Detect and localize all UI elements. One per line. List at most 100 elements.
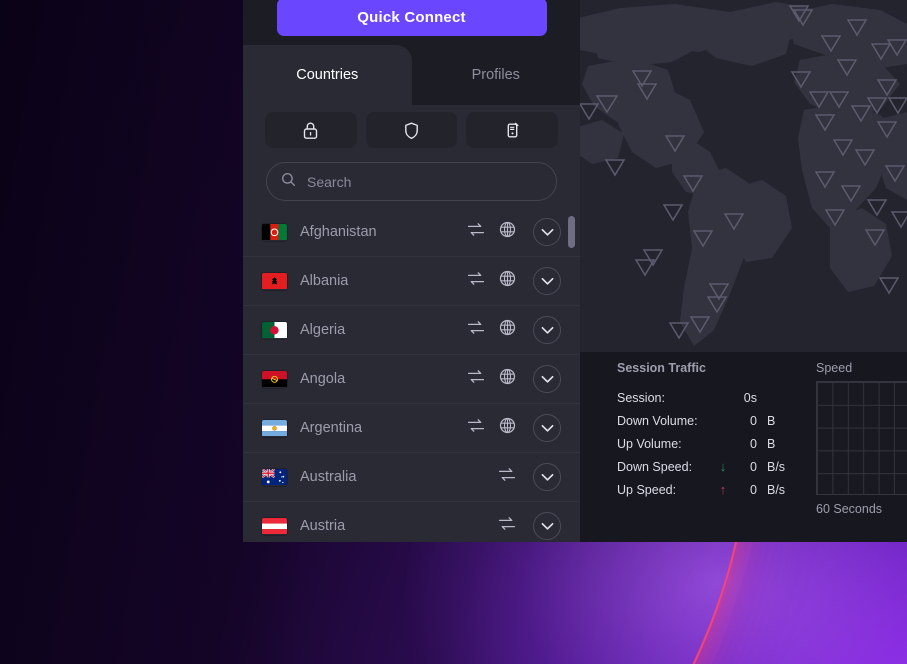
swap-icon[interactable] — [467, 418, 485, 438]
speed-graph — [816, 381, 907, 495]
stat-row: Up Volume: 0 B — [617, 432, 807, 455]
session-traffic-panel: Session Traffic Session: 0s Down Volume: 0 B… — [617, 361, 807, 501]
lock-button[interactable] — [265, 112, 357, 148]
country-name: Algeria — [300, 322, 346, 338]
quick-connect-bar: Quick Connect — [243, 0, 580, 45]
country-name: Albania — [300, 273, 349, 289]
flag-icon-au — [262, 468, 287, 486]
speed-panel: Speed 60 Seconds — [816, 361, 907, 516]
world-map[interactable] — [580, 0, 907, 352]
country-row-actions — [467, 218, 561, 246]
chevron-down-icon[interactable] — [533, 463, 561, 491]
stat-value: 0s — [743, 390, 757, 405]
swap-icon[interactable] — [467, 271, 485, 291]
flag-icon-ar — [262, 419, 287, 437]
country-row-actions — [498, 463, 561, 491]
flag-icon-dz — [262, 321, 287, 339]
stat-label: Down Volume: — [617, 413, 698, 428]
swap-icon[interactable] — [498, 516, 516, 536]
stat-unit: B — [767, 413, 776, 428]
country-row-actions — [467, 316, 561, 344]
search-box[interactable] — [266, 162, 557, 201]
country-name: Angola — [300, 371, 346, 387]
quick-connect-button[interactable]: Quick Connect — [276, 0, 547, 36]
country-list-scrollbar[interactable] — [568, 208, 575, 542]
speed-title: Speed — [816, 361, 853, 375]
stat-value: 0 — [750, 413, 757, 428]
right-panel: Session Traffic Session: 0s Down Volume: 0 B… — [580, 0, 907, 542]
stats-panel: Session Traffic Session: 0s Down Volume: 0 B… — [580, 352, 907, 542]
chevron-down-icon[interactable] — [533, 512, 561, 540]
country-row-actions — [498, 512, 561, 540]
tool-button-row — [243, 105, 580, 155]
stat-row: Session: 0s — [617, 386, 807, 409]
country-name: Australia — [300, 469, 357, 485]
left-panel: Quick Connect Countries Profiles Search … — [243, 0, 580, 542]
swap-icon[interactable] — [467, 320, 485, 340]
stat-label: Up Volume: — [617, 436, 682, 451]
stat-value: 0 — [750, 459, 757, 474]
flag-icon-at — [262, 517, 287, 535]
chevron-down-icon[interactable] — [533, 365, 561, 393]
country-row[interactable]: Australia — [243, 453, 580, 502]
globe-icon[interactable] — [499, 368, 516, 390]
country-row[interactable]: Algeria — [243, 306, 580, 355]
stat-label: Session: — [617, 390, 665, 405]
world-map-graphic — [580, 0, 907, 352]
country-name: Austria — [300, 518, 346, 534]
country-row[interactable]: Angola — [243, 355, 580, 404]
country-row[interactable]: Argentina — [243, 404, 580, 453]
tab-bar: Countries Profiles — [243, 45, 580, 105]
session-traffic-title: Session Traffic — [617, 361, 706, 375]
country-name: Afghanistan — [300, 224, 377, 240]
swap-icon[interactable] — [467, 222, 485, 242]
globe-icon[interactable] — [499, 221, 516, 243]
country-row[interactable]: Austria — [243, 502, 580, 542]
tab-countries-label: Countries — [296, 67, 359, 83]
chevron-down-icon[interactable] — [533, 316, 561, 344]
search-input[interactable] — [307, 173, 542, 190]
chevron-down-icon[interactable] — [533, 414, 561, 442]
stat-row: Down Volume: 0 B — [617, 409, 807, 432]
tab-countries[interactable]: Countries — [243, 45, 412, 105]
shield-button[interactable] — [365, 112, 458, 148]
scrollbar-thumb[interactable] — [568, 216, 575, 248]
upload-arrow-icon: ↑ — [719, 482, 727, 497]
stat-value: 0 — [750, 482, 757, 497]
country-row-actions — [467, 414, 561, 442]
country-list[interactable]: Afghanistan Albania Algeria Angola Argentina… — [243, 208, 580, 542]
globe-icon[interactable] — [499, 417, 516, 439]
search-area — [243, 155, 580, 208]
globe-icon[interactable] — [499, 319, 516, 341]
stat-value: 0 — [750, 436, 757, 451]
country-row-actions — [467, 365, 561, 393]
search-icon — [281, 172, 296, 192]
stat-label: Up Speed: — [617, 482, 677, 497]
flag-icon-ao — [262, 370, 287, 388]
device-signal-button[interactable] — [466, 112, 559, 148]
swap-icon[interactable] — [498, 467, 516, 487]
stat-unit: B/s — [767, 482, 786, 497]
tab-profiles-label: Profiles — [471, 67, 520, 83]
globe-icon[interactable] — [499, 270, 516, 292]
download-arrow-icon: ↓ — [719, 459, 727, 474]
desktop-background: Quick Connect Countries Profiles Search … — [0, 0, 907, 664]
stat-unit: B/s — [767, 459, 786, 474]
country-row-actions — [467, 267, 561, 295]
country-name: Argentina — [300, 420, 363, 436]
shield-icon — [403, 121, 420, 140]
stat-row: Down Speed: ↓ 0 B/s — [617, 455, 807, 478]
speed-timespan-label: 60 Seconds — [816, 502, 883, 516]
stat-unit: B — [767, 436, 776, 451]
stat-label: Down Speed: — [617, 459, 693, 474]
flag-icon-af — [262, 223, 287, 241]
stat-row: Up Speed: ↑ 0 B/s — [617, 478, 807, 501]
chevron-down-icon[interactable] — [533, 267, 561, 295]
lock-icon — [302, 121, 319, 140]
country-row[interactable]: Afghanistan — [243, 208, 580, 257]
chevron-down-icon[interactable] — [533, 218, 561, 246]
swap-icon[interactable] — [467, 369, 485, 389]
tab-profiles[interactable]: Profiles — [412, 45, 581, 105]
device-signal-icon — [504, 121, 521, 140]
country-row[interactable]: Albania — [243, 257, 580, 306]
